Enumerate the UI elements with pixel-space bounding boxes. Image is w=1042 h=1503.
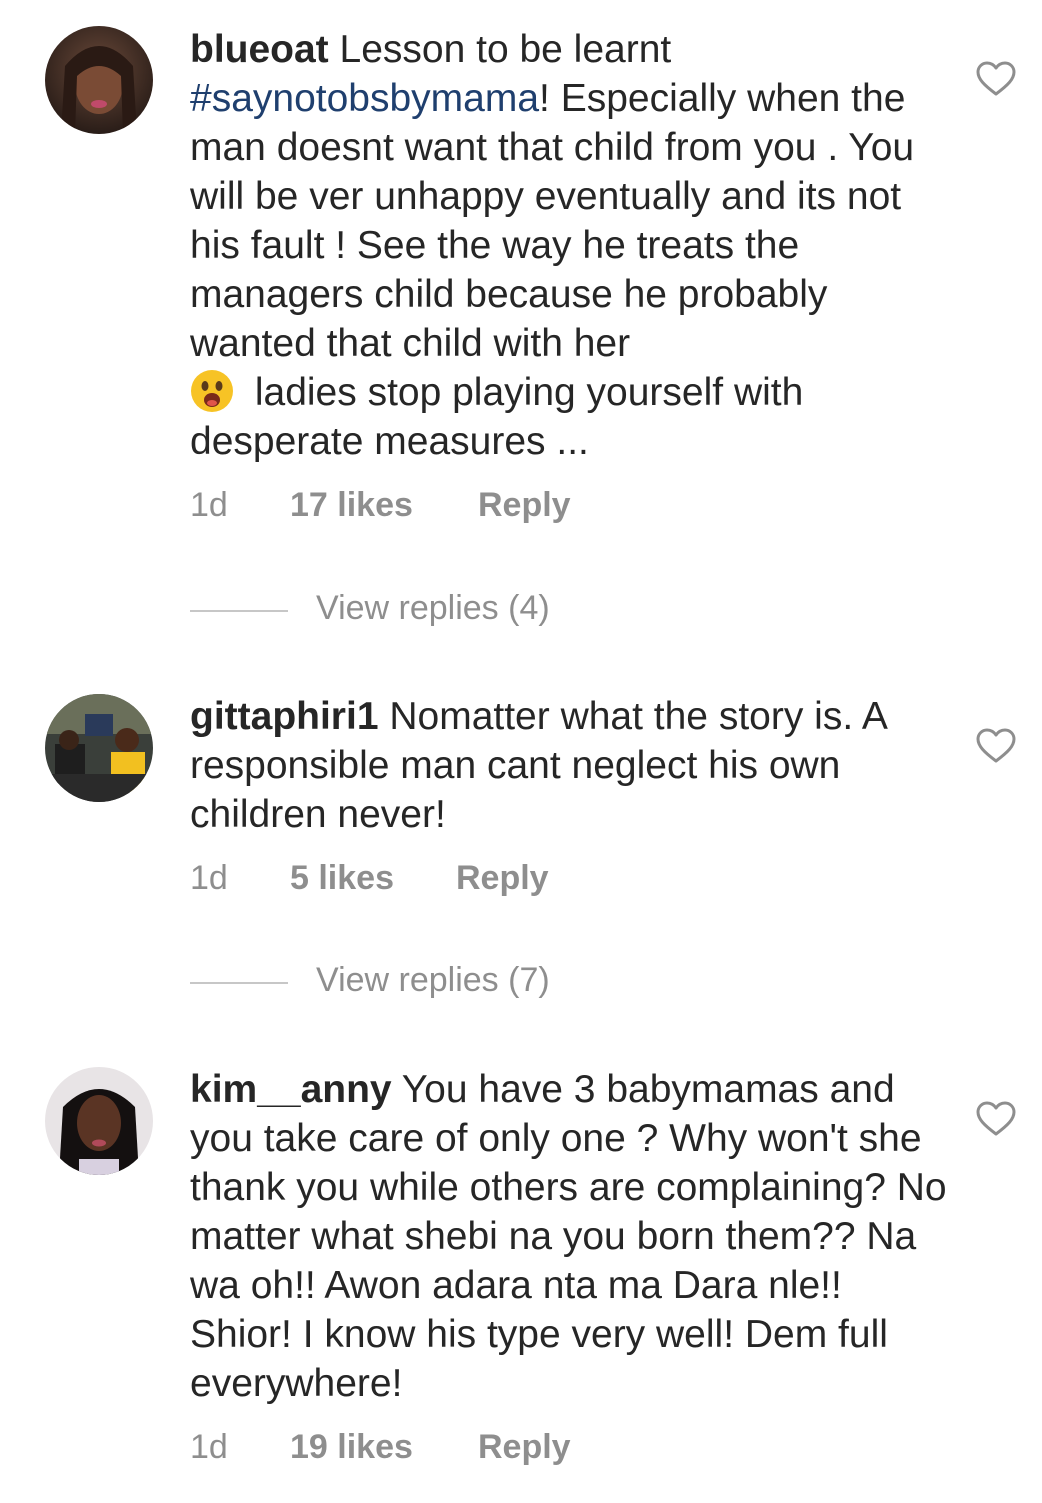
comment-body: ! Especially when the man doesnt want th… <box>190 77 915 365</box>
comment-text: blueoat Lesson to be learnt #saynotobsby… <box>190 25 950 466</box>
avatar-kim-anny[interactable] <box>45 1067 153 1175</box>
avatar-gittaphiri1[interactable] <box>45 694 153 802</box>
likes-count[interactable]: 5 likes <box>290 859 394 898</box>
timestamp: 1d <box>190 1428 228 1466</box>
face-with-open-mouth-emoji <box>190 369 234 413</box>
username[interactable]: gittaphiri1 <box>190 695 379 738</box>
username[interactable]: blueoat <box>190 28 329 71</box>
reply-button[interactable]: Reply <box>456 859 549 898</box>
reply-button[interactable]: Reply <box>478 486 571 525</box>
username[interactable]: kim__anny <box>190 1068 392 1111</box>
timestamp: 1d <box>190 859 228 897</box>
likes-count[interactable]: 19 likes <box>290 1428 413 1467</box>
comment-body: ladies stop playing yourself with desper… <box>190 371 804 463</box>
view-replies-label: View replies (4) <box>316 589 550 627</box>
comment-body: Lesson to be learnt <box>328 28 672 71</box>
heart-icon[interactable] <box>976 1101 1016 1137</box>
likes-count[interactable]: 17 likes <box>290 486 413 525</box>
divider-line <box>190 982 288 984</box>
avatar-blueoat[interactable] <box>45 26 153 134</box>
hashtag-link[interactable]: #saynotobsbymama <box>190 77 539 120</box>
view-replies-label: View replies (7) <box>316 961 550 999</box>
comment-text: gittaphiri1 Nomatter what the story is. … <box>190 692 950 839</box>
heart-icon[interactable] <box>976 61 1016 97</box>
divider-line <box>190 610 288 612</box>
timestamp: 1d <box>190 486 228 524</box>
comment-text: kim__anny You have 3 babymamas and you t… <box>190 1065 950 1408</box>
comment-body: You have 3 babymamas and you take care o… <box>190 1068 947 1405</box>
reply-button[interactable]: Reply <box>478 1428 571 1467</box>
heart-icon[interactable] <box>976 728 1016 764</box>
